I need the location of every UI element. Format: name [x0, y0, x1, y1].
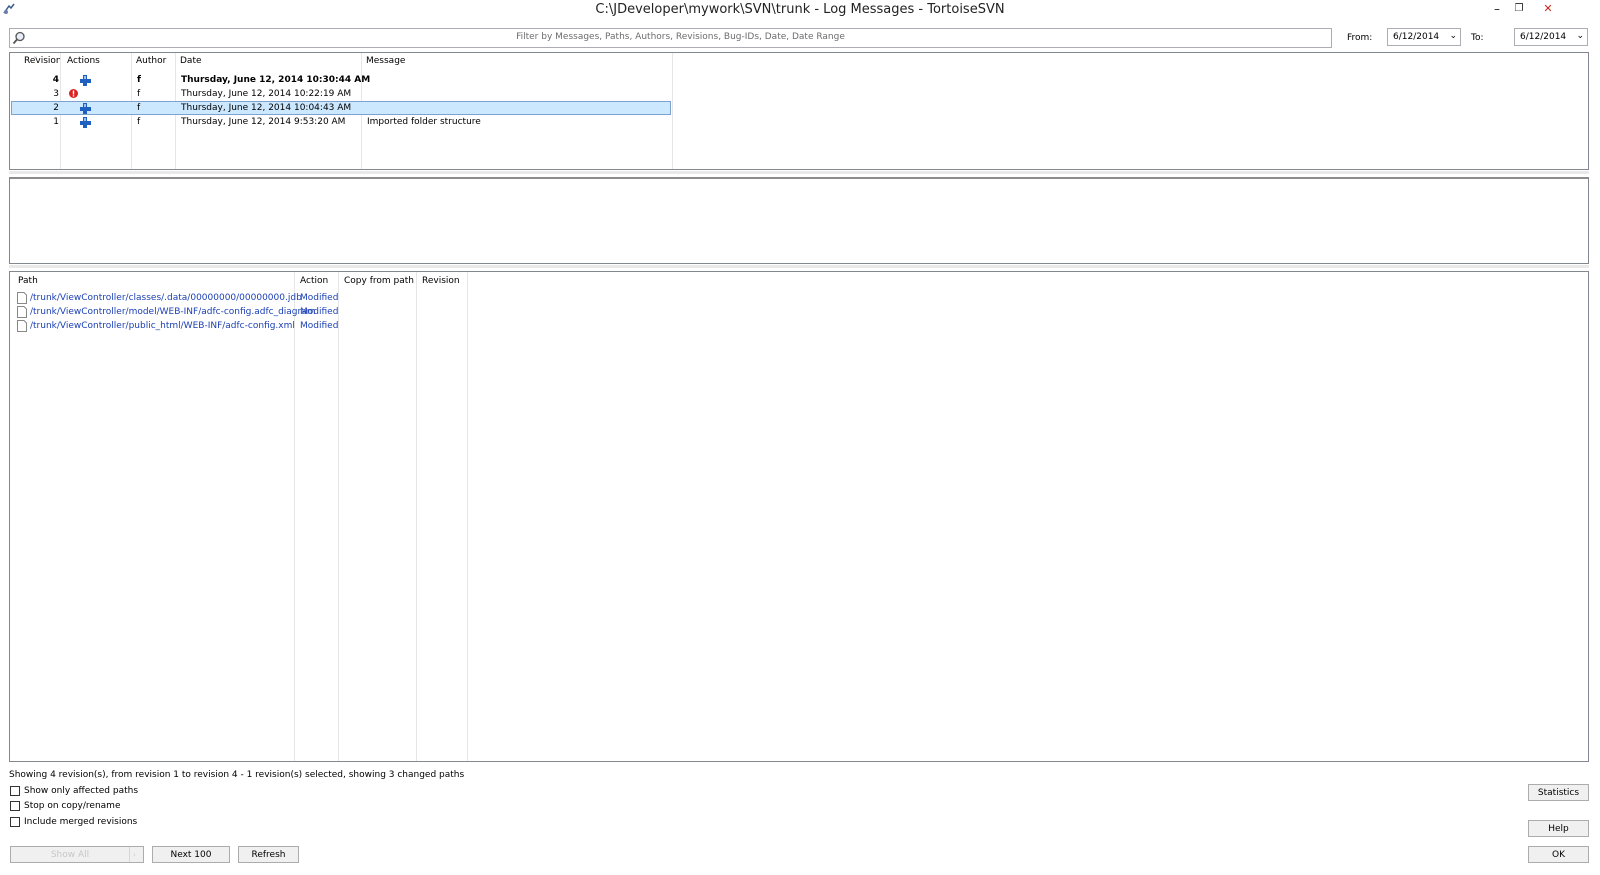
action-cell: Modified [300, 307, 339, 317]
date-cell: Thursday, June 12, 2014 10:04:43 AM [181, 103, 352, 113]
show-all-label: Show All [50, 850, 90, 860]
include-merged-checkbox[interactable] [10, 817, 20, 827]
path-cell: /trunk/ViewController/public_html/WEB-IN… [30, 321, 295, 331]
path-cell: /trunk/ViewController/model/WEB-INF/adfc… [30, 307, 316, 317]
date-cell: Thursday, June 12, 2014 10:22:19 AM [181, 89, 352, 99]
next-100-button[interactable]: Next 100 [152, 846, 230, 863]
message-cell: Imported folder structure [367, 117, 481, 127]
path-row[interactable]: /trunk/ViewController/model/WEB-INF/adfc… [11, 305, 471, 319]
log-list[interactable]: ⌄ Revision Actions Author Date Message 4… [9, 52, 1589, 170]
author-cell: f [137, 75, 141, 85]
message-view[interactable] [9, 177, 1589, 264]
filter-placeholder: Filter by Messages, Paths, Authors, Revi… [516, 32, 845, 42]
show-affected-paths-label: Show only affected paths [24, 786, 139, 796]
date-cell: Thursday, June 12, 2014 9:53:20 AM [181, 117, 346, 127]
refresh-button[interactable]: Refresh [238, 846, 299, 863]
log-row[interactable]: 4 f Thursday, June 12, 2014 10:30:44 AM [11, 73, 671, 87]
to-date-picker[interactable]: 6/12/2014 ⌄ [1514, 28, 1588, 46]
add-icon [80, 75, 91, 86]
restore-button[interactable]: ❐ [1508, 0, 1530, 18]
col-header-revision[interactable]: Revision [20, 53, 62, 70]
from-date-value: 6/12/2014 [1393, 32, 1440, 42]
from-label: From: [1347, 33, 1373, 43]
title-bar: C:\JDeveloper\mywork\SVN\trunk - Log Mes… [0, 0, 1600, 22]
ok-button[interactable]: OK [1528, 846, 1589, 863]
splitter[interactable] [9, 171, 1589, 174]
date-cell: Thursday, June 12, 2014 10:30:44 AM [181, 75, 371, 85]
add-icon [80, 103, 91, 114]
col-header-actions[interactable]: Actions [63, 53, 100, 70]
column-divider [338, 272, 339, 761]
file-icon [17, 320, 27, 337]
column-divider [416, 272, 417, 761]
stop-on-copy-checkbox[interactable] [10, 801, 20, 811]
action-cell: Modified [300, 321, 339, 331]
column-divider [294, 272, 295, 761]
column-divider [467, 272, 468, 761]
action-cell: Modified [300, 293, 339, 303]
dropdown-arrow-icon[interactable]: › [133, 847, 136, 863]
status-text: Showing 4 revision(s), from revision 1 t… [9, 770, 465, 780]
log-row-selected[interactable]: 2 f Thursday, June 12, 2014 10:04:43 AM [11, 101, 671, 115]
author-cell: f [137, 117, 141, 127]
show-affected-paths-checkbox[interactable] [10, 786, 20, 796]
revision-cell: 4 [52, 75, 59, 85]
filter-input[interactable]: Filter by Messages, Paths, Authors, Revi… [9, 28, 1332, 48]
chevron-down-icon: ⌄ [1449, 31, 1457, 41]
stop-on-copy-label: Stop on copy/rename [24, 801, 121, 811]
col-header-action[interactable]: Action [296, 273, 328, 290]
changed-paths-list[interactable]: Path Action Copy from path Revision /tru… [9, 271, 1589, 762]
path-row[interactable]: /trunk/ViewController/public_html/WEB-IN… [11, 319, 471, 333]
search-icon [12, 31, 26, 45]
statistics-button[interactable]: Statistics [1528, 784, 1589, 801]
col-header-path[interactable]: Path [14, 273, 38, 290]
author-cell: f [137, 89, 141, 99]
revision-cell: 1 [53, 117, 59, 127]
to-label: To: [1471, 33, 1484, 43]
add-icon [80, 117, 91, 128]
window-title: C:\JDeveloper\mywork\SVN\trunk - Log Mes… [595, 2, 1005, 17]
from-date-picker[interactable]: 6/12/2014 ⌄ [1387, 28, 1461, 46]
col-header-message[interactable]: Message [362, 53, 405, 70]
revision-cell: 2 [53, 103, 59, 113]
to-date-value: 6/12/2014 [1520, 32, 1567, 42]
col-header-copy-from-path[interactable]: Copy from path [340, 273, 414, 290]
splitter[interactable] [9, 265, 1589, 268]
col-header-date[interactable]: Date [176, 53, 202, 70]
path-cell: /trunk/ViewController/classes/.data/0000… [30, 293, 302, 303]
log-row[interactable]: 1 f Thursday, June 12, 2014 9:53:20 AM I… [11, 115, 671, 129]
conflict-icon [68, 88, 78, 98]
author-cell: f [137, 103, 141, 113]
revision-cell: 3 [53, 89, 59, 99]
show-all-button[interactable]: Show All › [10, 846, 144, 863]
split-divider [129, 847, 130, 862]
column-divider [672, 53, 673, 169]
minimize-button[interactable]: – [1486, 0, 1508, 18]
log-row[interactable]: 3 f Thursday, June 12, 2014 10:22:19 AM [11, 87, 671, 101]
col-header-author[interactable]: Author [132, 53, 166, 70]
close-button[interactable]: ✕ [1530, 0, 1566, 18]
include-merged-label: Include merged revisions [24, 817, 138, 827]
chevron-down-icon: ⌄ [1576, 31, 1584, 41]
col-header-revision[interactable]: Revision [418, 273, 460, 290]
path-row[interactable]: /trunk/ViewController/classes/.data/0000… [11, 291, 471, 305]
help-button[interactable]: Help [1528, 820, 1589, 837]
